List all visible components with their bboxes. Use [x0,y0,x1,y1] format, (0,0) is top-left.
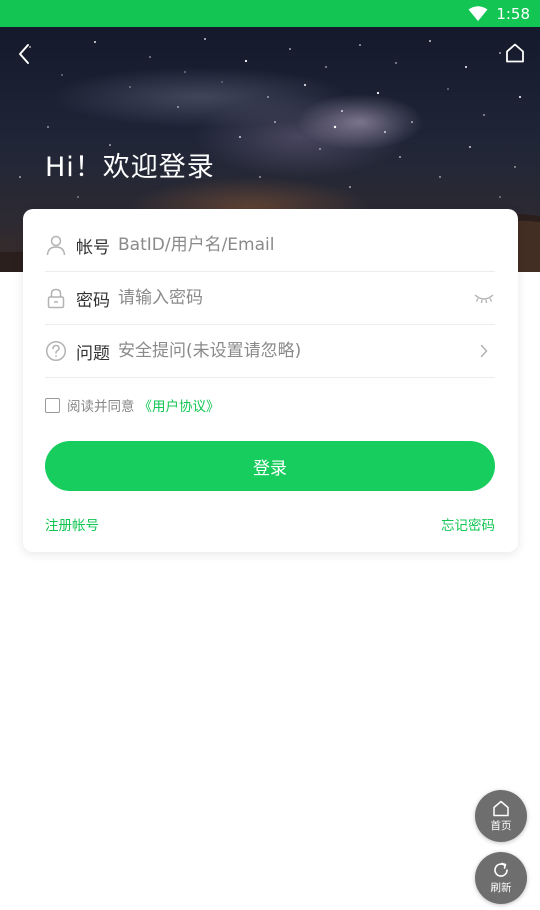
forgot-password-link[interactable]: 忘记密码 [441,514,495,534]
login-card: 帐号 密码 问题 [23,209,518,552]
password-row: 密码 [45,272,495,325]
float-home-button[interactable]: 首页 [475,790,527,842]
chevron-right-icon [480,344,488,358]
login-button[interactable]: 登录 [45,441,495,491]
back-arrow-icon[interactable] [14,42,36,66]
page-title: Hi！欢迎登录 [45,152,215,183]
account-row: 帐号 [45,219,495,272]
register-link[interactable]: 注册帐号 [45,514,99,534]
toggle-password-visibility[interactable] [473,287,495,309]
agreement-row: 阅读并同意 《用户协议》 [45,395,220,415]
home-icon[interactable] [504,42,526,64]
user-agreement-link[interactable]: 《用户协议》 [139,395,220,415]
float-home-label: 首页 [490,819,512,832]
float-refresh-label: 刷新 [490,882,512,894]
question-row[interactable]: 问题 [45,325,495,378]
status-time: 1:58 [496,4,530,23]
account-label: 帐号 [76,237,110,258]
float-refresh-button[interactable]: 刷新 [475,852,527,904]
question-input[interactable] [118,341,473,361]
wifi-icon [468,5,488,21]
status-bar: 1:58 [0,0,540,27]
question-chevron[interactable] [473,340,495,362]
user-icon [46,235,66,256]
agree-text: 阅读并同意 [67,399,135,415]
question-label: 问题 [76,343,110,364]
agree-checkbox[interactable] [45,397,60,413]
refresh-icon [494,862,508,877]
account-input[interactable] [118,235,495,255]
home-icon [493,800,509,816]
bottom-links: 注册帐号 忘记密码 [45,514,495,534]
eye-closed-icon [474,294,494,304]
password-input[interactable] [118,288,473,308]
question-icon [45,340,67,362]
password-label: 密码 [76,290,110,311]
lock-icon [47,288,65,309]
